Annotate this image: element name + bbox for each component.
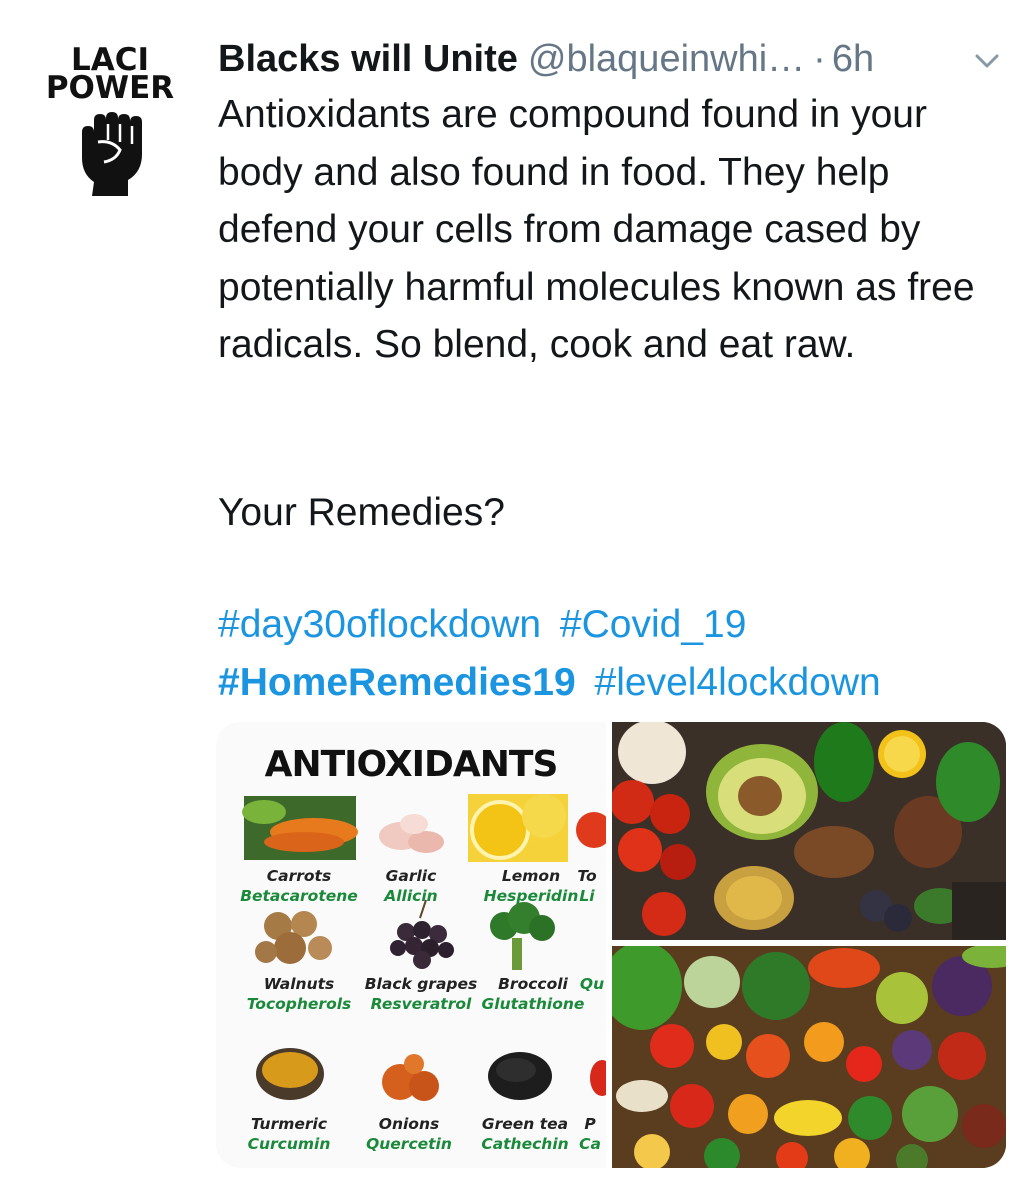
tweet-body: Antioxidants are compound found in your … bbox=[218, 93, 975, 366]
green-tea-picture bbox=[460, 1034, 590, 1114]
infographic-item: Garlic Allicin bbox=[346, 790, 476, 906]
item-name: Walnuts bbox=[263, 975, 335, 993]
item-compound: Curcumin bbox=[247, 1135, 331, 1153]
item-compound: Tocopherols bbox=[246, 995, 352, 1013]
author-name[interactable]: Blacks will Unite bbox=[218, 38, 518, 80]
author-handle[interactable]: @blaqueinwhi… bbox=[528, 38, 805, 80]
infographic-title: ANTIOXIDANTS bbox=[264, 744, 559, 785]
infographic-item: To Li bbox=[568, 790, 606, 906]
hashtag-link[interactable]: #HomeRemedies19 bbox=[218, 661, 576, 704]
infographic-item: Black grapes Resveratrol bbox=[356, 898, 486, 1014]
hashtag-link[interactable]: #level4lockdown bbox=[595, 661, 881, 704]
separator-dot: · bbox=[813, 38, 826, 80]
item-compound: Ca bbox=[579, 1135, 601, 1153]
pepper-picture bbox=[574, 1034, 606, 1114]
antioxidants-infographic[interactable]: ANTIOXIDANTS Carrots Betacarotene Garlic… bbox=[216, 722, 606, 1168]
item-compound: Qu bbox=[579, 975, 605, 993]
item-name: Onions bbox=[378, 1115, 440, 1133]
tweet-question: Your Remedies? bbox=[218, 491, 505, 534]
carrots-picture bbox=[234, 790, 364, 866]
walnuts-picture bbox=[234, 898, 364, 974]
infographic-item: Qu bbox=[578, 898, 606, 994]
partial-item-picture bbox=[578, 898, 606, 974]
item-name: To bbox=[577, 867, 597, 885]
hashtag-link[interactable]: #day30oflockdown bbox=[218, 603, 541, 646]
item-name: Garlic bbox=[385, 867, 437, 885]
raised-fist-icon bbox=[82, 112, 142, 196]
infographic-item: P Ca bbox=[574, 1034, 606, 1154]
item-name: Green tea bbox=[481, 1115, 569, 1133]
infographic-item: Green tea Cathechin bbox=[460, 1034, 590, 1154]
tweet-timestamp[interactable]: 6h bbox=[832, 38, 874, 80]
avatar-text-line2: POWER bbox=[45, 70, 175, 106]
onions-picture bbox=[344, 1034, 474, 1114]
item-name: P bbox=[584, 1115, 596, 1133]
item-compound: Resveratrol bbox=[370, 995, 472, 1013]
avocado-vegetables-photo[interactable] bbox=[612, 722, 1006, 940]
tomato-picture bbox=[568, 790, 606, 866]
mixed-fruits-vegetables-photo[interactable] bbox=[612, 946, 1006, 1168]
item-compound: Cathechin bbox=[481, 1135, 569, 1153]
turmeric-picture bbox=[224, 1034, 354, 1114]
infographic-item: Walnuts Tocopherols bbox=[234, 898, 364, 1014]
item-compound: Glutathione bbox=[481, 995, 585, 1013]
item-name: Black grapes bbox=[364, 975, 478, 993]
infographic-item: Turmeric Curcumin bbox=[224, 1034, 354, 1154]
item-name: Carrots bbox=[266, 867, 332, 885]
infographic-item: Carrots Betacarotene bbox=[234, 790, 364, 906]
tweet-media-grid[interactable]: ANTIOXIDANTS Carrots Betacarotene Garlic… bbox=[216, 722, 1006, 1168]
infographic-item: Onions Quercetin bbox=[344, 1034, 474, 1154]
item-compound: Quercetin bbox=[366, 1135, 452, 1153]
garlic-picture bbox=[346, 790, 476, 866]
chevron-down-icon[interactable] bbox=[970, 44, 1004, 78]
item-name: Turmeric bbox=[250, 1115, 328, 1133]
hashtag-link[interactable]: #Covid_19 bbox=[560, 603, 746, 646]
avatar[interactable]: LACI POWER bbox=[30, 42, 190, 202]
tweet-header: Blacks will Unite @blaqueinwhi… · 6h bbox=[218, 36, 1008, 82]
black-grapes-picture bbox=[356, 898, 486, 974]
hashtag-list: #day30oflockdown #Covid_19 #HomeRemedies… bbox=[218, 596, 1018, 711]
